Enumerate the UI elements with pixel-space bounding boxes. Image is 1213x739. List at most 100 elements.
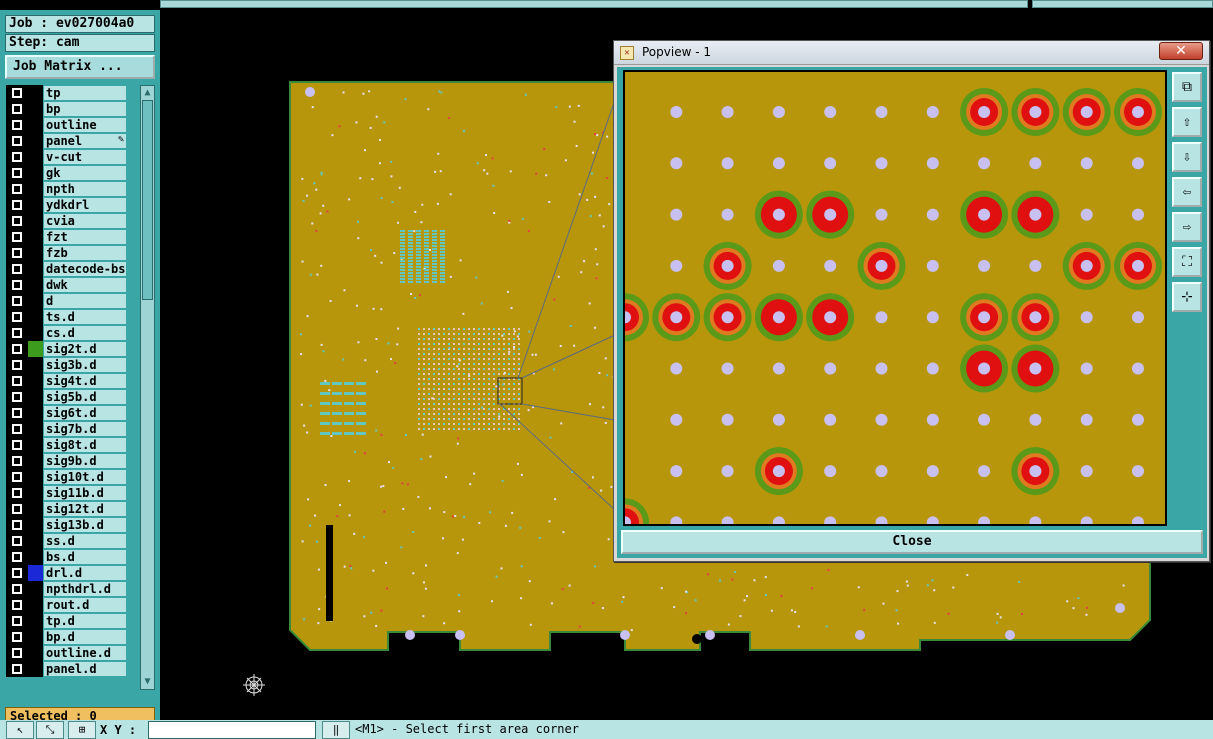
layer-checkbox[interactable]	[6, 613, 28, 629]
layer-name[interactable]: sig3b.d	[44, 358, 126, 372]
layer-name[interactable]: ts.d	[44, 310, 126, 324]
layer-color-swatch[interactable]	[28, 149, 43, 165]
layer-row[interactable]: bp	[6, 101, 130, 117]
layer-color-swatch[interactable]	[28, 469, 43, 485]
layer-color-swatch[interactable]	[28, 405, 43, 421]
layer-color-swatch[interactable]	[28, 357, 43, 373]
layer-checkbox[interactable]	[6, 261, 28, 277]
layer-name[interactable]: outline	[44, 118, 126, 132]
popview-titlebar[interactable]: ✕ Popview - 1 ✕	[614, 41, 1209, 65]
layer-checkbox[interactable]	[6, 437, 28, 453]
layer-name[interactable]: rout.d	[44, 598, 126, 612]
layer-color-swatch[interactable]	[28, 165, 43, 181]
layer-name[interactable]: drl.d	[44, 566, 126, 580]
layer-checkbox[interactable]	[6, 325, 28, 341]
layer-name[interactable]: cs.d	[44, 326, 126, 340]
layer-checkbox[interactable]	[6, 645, 28, 661]
layer-color-swatch[interactable]	[28, 245, 43, 261]
layer-name[interactable]: d	[44, 294, 126, 308]
zoom-in-icon[interactable]: ⛶	[1172, 247, 1202, 277]
layer-name[interactable]: gk	[44, 166, 126, 180]
layer-color-swatch[interactable]	[28, 661, 43, 677]
layer-name[interactable]: sig11b.d	[44, 486, 126, 500]
layer-row[interactable]: v-cut	[6, 149, 130, 165]
layer-name[interactable]: sig12t.d	[44, 502, 126, 516]
layer-checkbox[interactable]	[6, 421, 28, 437]
layer-color-swatch[interactable]	[28, 229, 43, 245]
layer-row[interactable]: sig6t.d	[6, 405, 130, 421]
layer-name[interactable]: datecode-bs	[44, 262, 126, 276]
layer-name[interactable]: sig5b.d	[44, 390, 126, 404]
layer-row[interactable]: ss.d	[6, 533, 130, 549]
layer-color-swatch[interactable]	[28, 341, 43, 357]
layer-row[interactable]: sig9b.d	[6, 453, 130, 469]
layer-color-swatch[interactable]	[28, 133, 43, 149]
layer-checkbox[interactable]	[6, 117, 28, 133]
layer-color-swatch[interactable]	[28, 373, 43, 389]
layer-checkbox[interactable]	[6, 293, 28, 309]
layer-row[interactable]: gk	[6, 165, 130, 181]
layer-name[interactable]: bp.d	[44, 630, 126, 644]
layer-row[interactable]: cs.d	[6, 325, 130, 341]
layer-row[interactable]: fzt	[6, 229, 130, 245]
job-matrix-button[interactable]: Job Matrix ...	[5, 55, 155, 79]
layer-row[interactable]: d	[6, 293, 130, 309]
layer-color-swatch[interactable]	[28, 437, 43, 453]
grid-snap-icon[interactable]: ⊞	[68, 721, 96, 739]
layer-color-swatch[interactable]	[28, 213, 43, 229]
layer-name[interactable]: ss.d	[44, 534, 126, 548]
layer-name[interactable]: bs.d	[44, 550, 126, 564]
layer-checkbox[interactable]	[6, 581, 28, 597]
pan-down-icon[interactable]: ⇩	[1172, 142, 1202, 172]
layer-name[interactable]: npthdrl.d	[44, 582, 126, 596]
layer-color-swatch[interactable]	[28, 501, 43, 517]
layer-color-swatch[interactable]	[28, 421, 43, 437]
layer-color-swatch[interactable]	[28, 613, 43, 629]
layer-color-swatch[interactable]	[28, 485, 43, 501]
layer-row[interactable]: ydkdrl	[6, 197, 130, 213]
scroll-thumb[interactable]	[142, 100, 153, 300]
layer-color-swatch[interactable]	[28, 309, 43, 325]
layer-name[interactable]: sig7b.d	[44, 422, 126, 436]
pan-left-icon[interactable]: ⇦	[1172, 177, 1202, 207]
layer-checkbox[interactable]	[6, 277, 28, 293]
layer-name[interactable]: sig4t.d	[44, 374, 126, 388]
layer-checkbox[interactable]	[6, 389, 28, 405]
layer-color-swatch[interactable]	[28, 453, 43, 469]
layer-color-swatch[interactable]	[28, 597, 43, 613]
layer-row[interactable]: fzb	[6, 245, 130, 261]
scroll-down-icon[interactable]: ▼	[142, 676, 153, 688]
layer-row[interactable]: tp.d	[6, 613, 130, 629]
layer-list[interactable]: tp bp outline panel ✎ v-cut gk npth ydkdrl cvia fz…	[6, 85, 130, 690]
layer-name[interactable]: panel.d	[44, 662, 126, 676]
layer-name[interactable]: dwk	[44, 278, 126, 292]
layer-row[interactable]: dwk	[6, 277, 130, 293]
layer-checkbox[interactable]	[6, 405, 28, 421]
layer-checkbox[interactable]	[6, 549, 28, 565]
layer-checkbox[interactable]	[6, 149, 28, 165]
layer-checkbox[interactable]	[6, 213, 28, 229]
layer-checkbox[interactable]	[6, 453, 28, 469]
layer-checkbox[interactable]	[6, 517, 28, 533]
layer-checkbox[interactable]	[6, 357, 28, 373]
layer-color-swatch[interactable]	[28, 197, 43, 213]
layer-row[interactable]: cvia	[6, 213, 130, 229]
zoomed-pads-view[interactable]	[625, 72, 1165, 524]
zoom-out-icon[interactable]: ⊹	[1172, 282, 1202, 312]
window-close-icon[interactable]: ✕	[1159, 42, 1203, 60]
layer-checkbox[interactable]	[6, 469, 28, 485]
layer-row[interactable]: datecode-bs	[6, 261, 130, 277]
layer-row[interactable]: sig11b.d	[6, 485, 130, 501]
layer-name[interactable]: outline.d	[44, 646, 126, 660]
layer-name[interactable]: sig10t.d	[44, 470, 126, 484]
layer-color-swatch[interactable]	[28, 389, 43, 405]
layer-name[interactable]: bp	[44, 102, 126, 116]
layer-checkbox[interactable]	[6, 629, 28, 645]
layer-name[interactable]: sig2t.d	[44, 342, 126, 356]
layer-name[interactable]: cvia	[44, 214, 126, 228]
layer-color-swatch[interactable]	[28, 517, 43, 533]
layer-row[interactable]: bs.d	[6, 549, 130, 565]
layer-row[interactable]: sig10t.d	[6, 469, 130, 485]
layer-row[interactable]: sig7b.d	[6, 421, 130, 437]
layer-checkbox[interactable]	[6, 165, 28, 181]
